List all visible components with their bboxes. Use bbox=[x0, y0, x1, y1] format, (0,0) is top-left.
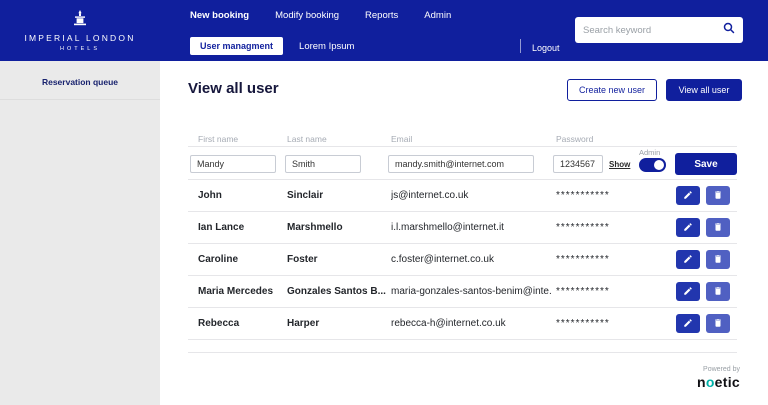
nav-modify-booking[interactable]: Modify booking bbox=[275, 10, 339, 21]
trash-icon bbox=[713, 316, 723, 331]
sidebar-item-reservation-queue[interactable]: Reservation queue bbox=[0, 61, 160, 100]
search-icon[interactable] bbox=[723, 21, 735, 39]
pencil-icon bbox=[683, 252, 693, 267]
noetic-logo-accent: o bbox=[706, 374, 715, 390]
save-button[interactable]: Save bbox=[675, 153, 737, 175]
sub-nav: User managment Lorem Ipsum bbox=[190, 36, 354, 56]
pencil-icon bbox=[683, 284, 693, 299]
edit-user-button[interactable] bbox=[676, 250, 700, 269]
cell-first-name: Ian Lance bbox=[198, 212, 283, 244]
noetic-logo-prefix: n bbox=[697, 374, 706, 390]
admin-toggle[interactable] bbox=[639, 158, 666, 172]
tab-lorem-ipsum[interactable]: Lorem Ipsum bbox=[299, 41, 354, 52]
brand-subname: HOTELS bbox=[60, 46, 100, 52]
crest-icon bbox=[67, 10, 93, 31]
cell-password: *********** bbox=[556, 308, 646, 340]
app-window: IMPERIAL LONDON HOTELS New booking Modif… bbox=[0, 0, 768, 405]
cell-email: js@internet.co.uk bbox=[391, 180, 551, 212]
cell-first-name: Rebecca bbox=[198, 308, 283, 340]
edit-user-button[interactable] bbox=[676, 186, 700, 205]
cell-last-name: Gonzales Santos B... bbox=[287, 276, 387, 308]
cell-last-name: Harper bbox=[287, 308, 387, 340]
search-box bbox=[575, 17, 743, 43]
tab-user-management[interactable]: User managment bbox=[190, 37, 283, 55]
noetic-logo-suffix: etic bbox=[715, 374, 740, 390]
email-input[interactable] bbox=[388, 155, 534, 173]
delete-user-button[interactable] bbox=[706, 250, 730, 269]
delete-user-button[interactable] bbox=[706, 314, 730, 333]
first-name-input[interactable] bbox=[190, 155, 276, 173]
cell-email: i.l.marshmello@internet.it bbox=[391, 212, 551, 244]
cell-last-name: Foster bbox=[287, 244, 387, 276]
admin-toggle-label: Admin bbox=[639, 148, 660, 157]
edit-user-button[interactable] bbox=[676, 314, 700, 333]
column-header-first-name: First name bbox=[198, 134, 238, 144]
edit-user-button[interactable] bbox=[676, 282, 700, 301]
column-header-password: Password bbox=[556, 134, 593, 144]
cell-password: *********** bbox=[556, 276, 646, 308]
cell-password: *********** bbox=[556, 244, 646, 276]
table-bottom-divider bbox=[188, 352, 737, 353]
password-input[interactable] bbox=[553, 155, 603, 173]
cell-password: *********** bbox=[556, 212, 646, 244]
search-input[interactable] bbox=[583, 25, 723, 36]
cell-email: maria-gonzales-santos-benim@inte... bbox=[391, 276, 551, 308]
cell-first-name: Maria Mercedes bbox=[198, 276, 283, 308]
table-row: Maria Mercedes Gonzales Santos B... mari… bbox=[188, 276, 737, 308]
create-new-user-button[interactable]: Create new user bbox=[567, 79, 657, 101]
table-row: Rebecca Harper rebecca-h@internet.co.uk … bbox=[188, 308, 737, 340]
powered-by-label: Powered by bbox=[703, 366, 740, 373]
pencil-icon bbox=[683, 316, 693, 331]
delete-user-button[interactable] bbox=[706, 186, 730, 205]
page-title: View all user bbox=[188, 80, 279, 97]
column-header-email: Email bbox=[391, 134, 412, 144]
main-nav: New booking Modify booking Reports Admin bbox=[190, 10, 451, 21]
cell-password: *********** bbox=[556, 180, 646, 212]
pencil-icon bbox=[683, 220, 693, 235]
table-row: John Sinclair js@internet.co.uk ********… bbox=[188, 180, 737, 212]
noetic-logo: noetic bbox=[697, 374, 740, 390]
new-user-edit-row: Show Admin Save bbox=[188, 146, 737, 180]
edit-user-button[interactable] bbox=[676, 218, 700, 237]
cell-last-name: Marshmello bbox=[287, 212, 387, 244]
trash-icon bbox=[713, 252, 723, 267]
sidebar: Reservation queue bbox=[0, 61, 160, 405]
table-row: Ian Lance Marshmello i.l.marshmello@inte… bbox=[188, 212, 737, 244]
trash-icon bbox=[713, 284, 723, 299]
delete-user-button[interactable] bbox=[706, 218, 730, 237]
cell-first-name: John bbox=[198, 180, 283, 212]
cell-email: rebecca-h@internet.co.uk bbox=[391, 308, 551, 340]
nav-admin[interactable]: Admin bbox=[424, 10, 451, 21]
nav-new-booking[interactable]: New booking bbox=[190, 10, 249, 21]
trash-icon bbox=[713, 220, 723, 235]
view-all-user-button[interactable]: View all user bbox=[666, 79, 742, 101]
show-password-link[interactable]: Show bbox=[609, 160, 630, 169]
logout-link[interactable]: Logout bbox=[532, 43, 560, 53]
cell-first-name: Caroline bbox=[198, 244, 283, 276]
header-divider bbox=[520, 39, 521, 53]
trash-icon bbox=[713, 188, 723, 203]
brand-name: IMPERIAL LONDON bbox=[24, 33, 135, 43]
last-name-input[interactable] bbox=[285, 155, 361, 173]
app-header: IMPERIAL LONDON HOTELS New booking Modif… bbox=[0, 0, 768, 61]
delete-user-button[interactable] bbox=[706, 282, 730, 301]
brand-logo: IMPERIAL LONDON HOTELS bbox=[0, 0, 160, 61]
table-row: Caroline Foster c.foster@internet.co.uk … bbox=[188, 244, 737, 276]
nav-reports[interactable]: Reports bbox=[365, 10, 398, 21]
pencil-icon bbox=[683, 188, 693, 203]
column-header-last-name: Last name bbox=[287, 134, 327, 144]
cell-email: c.foster@internet.co.uk bbox=[391, 244, 551, 276]
cell-last-name: Sinclair bbox=[287, 180, 387, 212]
